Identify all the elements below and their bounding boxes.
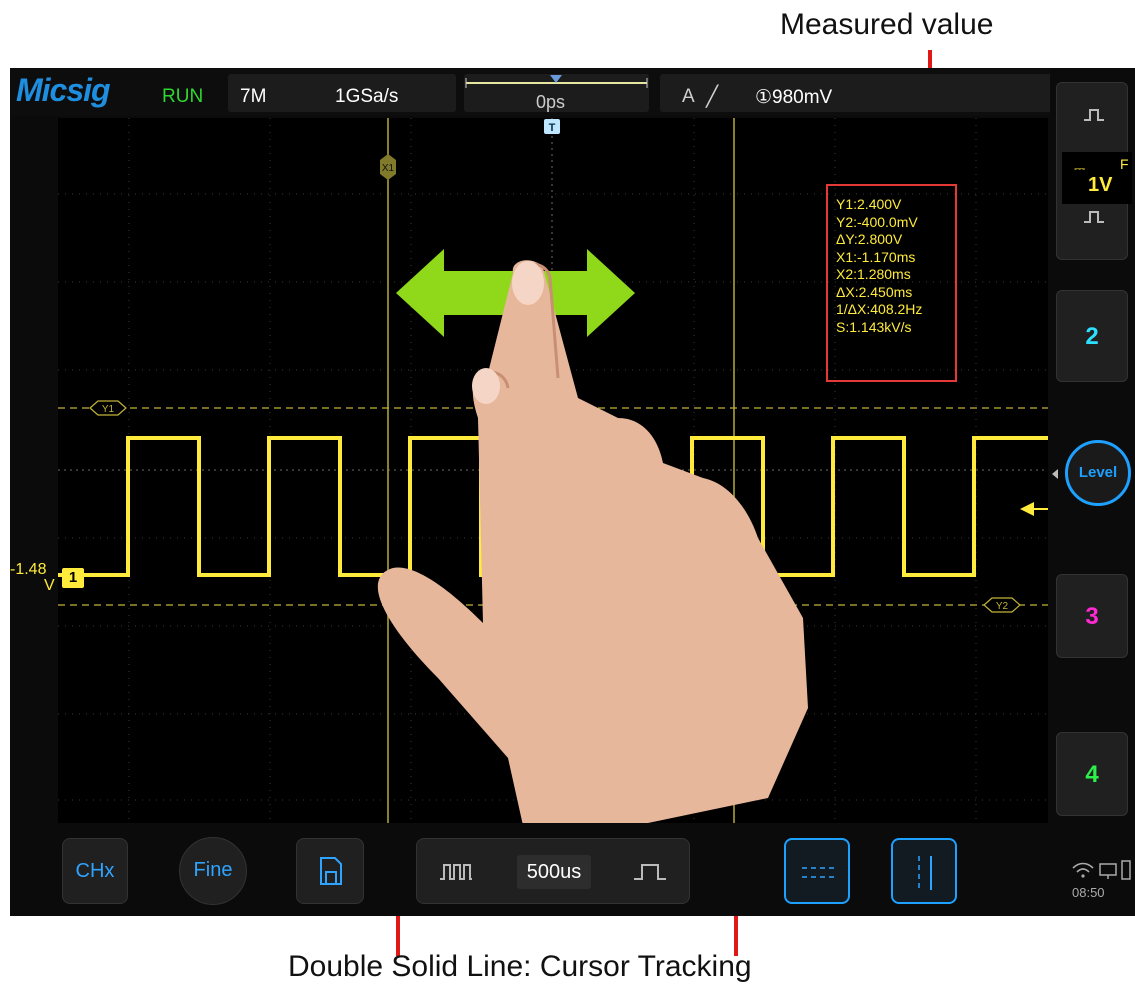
channel1-volts-per-div: 1V	[1088, 174, 1113, 196]
horizontal-cursor-button[interactable]	[784, 838, 850, 904]
channel1-offset: -1.48 V	[10, 562, 55, 594]
timebase-group: 500us	[416, 838, 690, 904]
timebase-increase-icon[interactable]	[633, 861, 667, 881]
channel1-offset-unit: V	[44, 577, 55, 594]
trigger-level-arrow	[1020, 502, 1034, 516]
measurement-x1: X1:-1.170ms	[836, 248, 916, 265]
chx-button[interactable]: CHx	[62, 838, 128, 904]
channel1-offset-value: -1.48	[10, 561, 47, 578]
timeline-bar	[465, 75, 648, 88]
save-icon	[320, 857, 342, 885]
timebase-value[interactable]: 500us	[517, 855, 591, 889]
measurement-y1: Y1:2.400V	[836, 196, 902, 212]
level-button[interactable]: Level	[1065, 440, 1131, 506]
trigger-time-label: T	[549, 122, 556, 134]
channel1-marker[interactable]: 1	[62, 568, 84, 588]
trigger-source: A	[682, 86, 695, 107]
pulse-icon	[1084, 211, 1104, 223]
wifi-icon	[1072, 862, 1094, 869]
cursor-measurement-panel: Y1:2.400V Y2:-400.0mV ΔY:2.800V X1:-1.17…	[826, 184, 957, 382]
channel2-label: 2	[1085, 323, 1099, 350]
y1-cursor-label: Y1	[102, 404, 115, 415]
rising-edge-icon: ╱	[706, 86, 719, 108]
measurement-delta-x: ΔX:2.450ms	[836, 283, 913, 300]
save-button[interactable]	[296, 838, 364, 904]
vertical-cursor-button[interactable]	[891, 838, 957, 904]
top-status-bar: Micsig RUN 7M 1GSa/s 0ps A ╱ ①980mV	[10, 68, 1055, 116]
channel4-label: 4	[1085, 761, 1099, 788]
horizontal-position-value: 0ps	[536, 92, 566, 112]
memory-depth: 7M	[240, 86, 267, 107]
sample-rate: 1GSa/s	[335, 86, 399, 107]
bottom-toolbar: CHx Fine 500us	[10, 828, 1050, 916]
horizontal-cursor-icon	[802, 867, 834, 878]
measurement-slew-rate: S:1.143kV/s	[836, 318, 912, 335]
trigger-position-pointer	[550, 75, 562, 83]
channel1-coupling: F	[1120, 156, 1129, 172]
battery-icon	[1121, 860, 1131, 880]
channel1-scale[interactable]: ⎓ F 1V	[1062, 152, 1132, 204]
run-status[interactable]: RUN	[162, 86, 203, 108]
fine-button[interactable]: Fine	[179, 837, 247, 905]
annotation-cursor-tracking: Double Solid Line: Cursor Tracking	[288, 950, 752, 983]
measurement-y2: Y2:-400.0mV	[836, 213, 918, 230]
y2-cursor-label: Y2	[996, 601, 1009, 612]
x1-cursor-label: X1	[382, 163, 395, 174]
clock: 08:50	[1072, 885, 1105, 900]
channel3-button[interactable]: 3	[1056, 574, 1128, 658]
measurement-x2: X2:1.280ms	[836, 266, 911, 282]
channel3-label: 3	[1085, 603, 1099, 630]
two-finger-hand-icon	[377, 260, 808, 823]
brand-logo: Micsig	[16, 72, 111, 108]
measurement-delta-y: ΔY:2.800V	[836, 231, 903, 247]
status-icons	[1072, 860, 1131, 880]
oscilloscope-screen: Micsig RUN 7M 1GSa/s 0ps A ╱ ①980mV X1 Y…	[10, 68, 1135, 916]
level-pointer-icon	[1052, 469, 1058, 479]
trigger-level: ①980mV	[755, 87, 833, 108]
dc-coupling-icon: ⎓	[1074, 160, 1086, 176]
vertical-cursor-icon	[918, 856, 932, 890]
trigger-info-box[interactable]	[660, 74, 1055, 112]
monitor-icon	[1099, 863, 1117, 876]
channel4-button[interactable]: 4	[1056, 732, 1128, 816]
channel2-button[interactable]: 2	[1056, 290, 1128, 382]
pulse-icon	[1084, 109, 1104, 121]
measurement-frequency: 1/ΔX:408.2Hz	[836, 301, 923, 317]
timebase-decrease-icon[interactable]	[439, 861, 473, 881]
